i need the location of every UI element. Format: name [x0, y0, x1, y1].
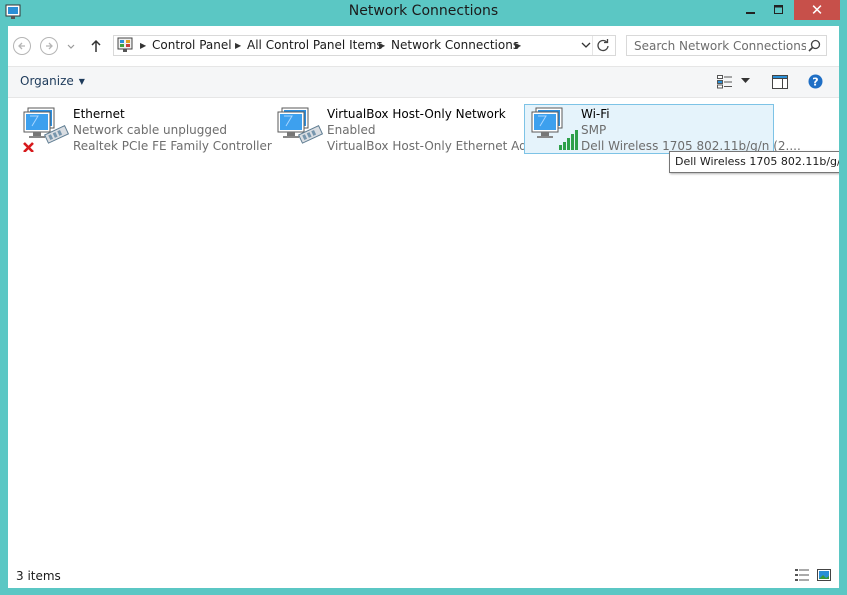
- command-bar: Organize ▼ ?: [8, 66, 839, 98]
- control-panel-icon: [117, 37, 133, 52]
- chevron-right-icon[interactable]: ▶: [379, 41, 385, 50]
- large-icons-view-icon[interactable]: [817, 568, 831, 582]
- recent-locations-button[interactable]: [66, 36, 76, 56]
- chevron-right-icon[interactable]: ▶: [140, 41, 146, 50]
- ethernet-disconnected-icon: [23, 107, 70, 152]
- close-button[interactable]: ✕: [794, 0, 840, 20]
- device-tooltip: Dell Wireless 1705 802.11b/g/n (2: [669, 151, 839, 173]
- title-bar: Network Connections ✕: [0, 0, 847, 26]
- connection-text: VirtualBox Host-Only Network Enabled Vir…: [327, 106, 538, 154]
- connection-name: VirtualBox Host-Only Network: [327, 107, 506, 121]
- navigation-bar: ▶ Control Panel ▶ All Control Panel Item…: [8, 26, 839, 66]
- breadcrumb-control-panel[interactable]: Control Panel: [152, 38, 232, 52]
- address-bar[interactable]: ▶ Control Panel ▶ All Control Panel Item…: [113, 35, 616, 56]
- maximize-button[interactable]: [766, 0, 792, 20]
- chevron-right-icon[interactable]: ▶: [515, 41, 521, 50]
- connection-item-wifi[interactable]: Wi-Fi SMP Dell Wireless 1705 802.11b/g/n…: [524, 104, 801, 154]
- back-button[interactable]: [12, 36, 32, 56]
- connection-name: Wi-Fi: [581, 107, 610, 121]
- up-button[interactable]: [88, 36, 104, 56]
- svg-text:?: ?: [812, 76, 818, 89]
- breadcrumb-network-connections[interactable]: Network Connections: [391, 38, 519, 52]
- connection-item-virtualbox[interactable]: VirtualBox Host-Only Network Enabled Vir…: [270, 104, 538, 154]
- refresh-button[interactable]: [592, 36, 613, 55]
- connection-device: VirtualBox Host-Only Ethernet Ad...: [327, 139, 539, 153]
- search-input[interactable]: [627, 36, 806, 55]
- connection-text: Ethernet Network cable unplugged Realtek…: [73, 106, 272, 154]
- connection-status: Enabled: [327, 123, 376, 137]
- view-options-dropdown-icon[interactable]: [741, 78, 750, 84]
- organize-menu-button[interactable]: Organize ▼: [20, 74, 85, 88]
- details-view-icon[interactable]: [795, 568, 809, 582]
- search-icon[interactable]: [808, 39, 821, 52]
- window-title: Network Connections: [348, 3, 499, 19]
- connection-text: Wi-Fi SMP Dell Wireless 1705 802.11b/g/n…: [581, 106, 801, 154]
- item-count: 3 items: [16, 569, 61, 583]
- organize-label: Organize: [20, 74, 74, 88]
- connection-status: Network cable unplugged: [73, 123, 228, 137]
- maximize-icon: [774, 5, 783, 14]
- address-dropdown-button[interactable]: [581, 39, 591, 51]
- close-icon: ✕: [810, 1, 824, 19]
- breadcrumb-all-control-panel-items[interactable]: All Control Panel Items: [247, 38, 383, 52]
- chevron-right-icon[interactable]: ▶: [235, 41, 241, 50]
- change-view-icon[interactable]: [717, 75, 733, 89]
- connection-name: Ethernet: [73, 107, 125, 121]
- caret-down-icon: ▼: [78, 77, 85, 86]
- connection-status: SMP: [581, 123, 607, 137]
- explorer-window: ▶ Control Panel ▶ All Control Panel Item…: [8, 26, 839, 588]
- status-bar: 3 items: [8, 563, 839, 588]
- search-box[interactable]: [626, 35, 827, 56]
- minimize-button[interactable]: [738, 0, 764, 20]
- forward-button[interactable]: [39, 36, 59, 56]
- virtualbox-network-icon: [277, 107, 324, 144]
- connection-device: Realtek PCIe FE Family Controller: [73, 139, 272, 153]
- preview-pane-icon[interactable]: [772, 75, 788, 89]
- connection-item-ethernet[interactable]: Ethernet Network cable unplugged Realtek…: [16, 104, 272, 154]
- minimize-icon: [746, 12, 755, 14]
- help-icon[interactable]: ?: [808, 74, 823, 89]
- wifi-network-icon: [531, 107, 578, 150]
